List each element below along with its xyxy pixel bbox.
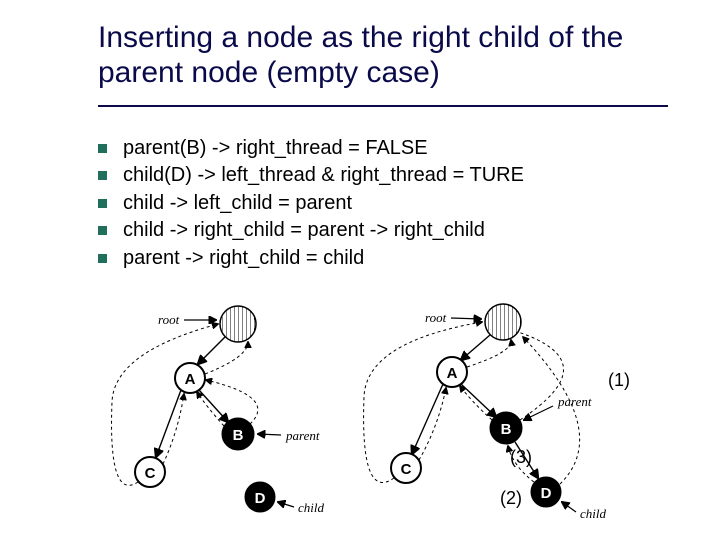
tree-before: root A B parent C — [98, 302, 348, 530]
annotation-step-1: (1) — [608, 370, 630, 391]
list-item: parent -> right_child = child — [98, 246, 690, 270]
bullet-square-icon — [98, 199, 107, 208]
bullet-text: child -> right_child = parent -> right_c… — [123, 218, 690, 242]
threaded-tree-diagram: root A B parent C — [98, 302, 643, 530]
bullet-square-icon — [98, 171, 107, 180]
node-a-label: A — [447, 365, 458, 382]
slide-title: Inserting a node as the right child of t… — [98, 20, 690, 91]
title-underline — [98, 105, 668, 107]
bullet-square-icon — [98, 226, 107, 235]
child-label: child — [298, 500, 324, 515]
tree-after: root A B parent C — [348, 302, 643, 530]
annotation-step-3: (3) — [510, 447, 532, 468]
bullet-text: child(D) -> left_thread & right_thread =… — [123, 163, 690, 187]
list-item: child(D) -> left_thread & right_thread =… — [98, 163, 690, 187]
node-d-label: D — [541, 485, 552, 502]
node-a-label: A — [185, 371, 196, 388]
node-c-label: C — [145, 465, 156, 482]
annotation-step-2: (2) — [500, 488, 522, 509]
list-item: parent(B) -> right_thread = FALSE — [98, 136, 690, 160]
list-item: child -> left_child = parent — [98, 191, 690, 215]
bullet-square-icon — [98, 254, 107, 263]
parent-label: parent — [285, 428, 320, 443]
list-item: child -> right_child = parent -> right_c… — [98, 218, 690, 242]
node-b-label: B — [501, 421, 512, 438]
node-b-label: B — [233, 427, 244, 444]
bullet-text: parent(B) -> right_thread = FALSE — [123, 136, 690, 160]
bullet-square-icon — [98, 144, 107, 153]
root-label: root — [425, 310, 447, 325]
bullet-list: parent(B) -> right_thread = FALSE child(… — [98, 136, 690, 273]
root-label: root — [158, 312, 180, 327]
node-c-label: C — [401, 461, 412, 478]
parent-label: parent — [557, 394, 592, 409]
bullet-text: child -> left_child = parent — [123, 191, 690, 215]
bullet-text: parent -> right_child = child — [123, 246, 690, 270]
node-d-label: D — [255, 490, 266, 507]
child-label: child — [580, 506, 606, 521]
